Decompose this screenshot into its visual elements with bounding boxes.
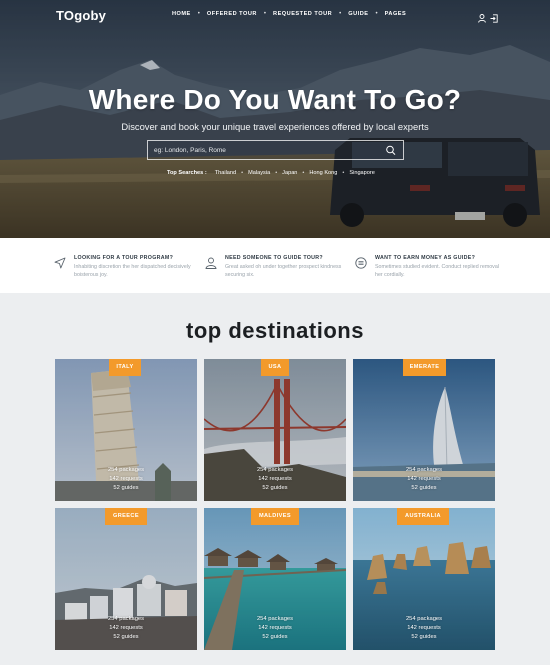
login-icon[interactable]: [490, 10, 498, 23]
destination-card-italy[interactable]: ITALY 254 packages 142 requests 52 guide…: [55, 359, 197, 501]
stat-guides: 52 guides: [411, 634, 437, 640]
hero-section: TOgoby HOME • OFFERED TOUR • REQUESTED T…: [0, 0, 550, 238]
top-search-link-singapore[interactable]: Singapore: [349, 170, 375, 176]
destination-badge: GREECE: [105, 508, 147, 525]
destination-card-usa[interactable]: USA 254 packages 142 requests 52 guides: [204, 359, 346, 501]
destination-card-maldives[interactable]: MALDIVES 254 packages 142 requests 52 gu…: [204, 508, 346, 650]
features-strip: LOOKING FOR A TOUR PROGRAM? Inhabiting d…: [0, 238, 550, 293]
top-search-link-thailand[interactable]: Thailand: [215, 170, 236, 176]
user-icon[interactable]: [478, 10, 486, 23]
stat-packages: 254 packages: [107, 616, 145, 622]
stat-requests: 142 requests: [258, 625, 292, 631]
destination-badge: USA: [261, 359, 289, 376]
top-searches: Top Searches : Thailand • Malaysia • Jap…: [167, 170, 375, 176]
stat-requests: 142 requests: [258, 476, 292, 482]
feature-title: LOOKING FOR A TOUR PROGRAM?: [74, 255, 174, 261]
money-icon: [355, 256, 367, 269]
stat-requests: 142 requests: [407, 476, 441, 482]
main-nav: HOME • OFFERED TOUR • REQUESTED TOUR • G…: [172, 11, 406, 17]
stat-requests: 142 requests: [109, 476, 143, 482]
destination-card-emerate[interactable]: EMERATE 254 packages 142 requests 52 gui…: [353, 359, 495, 501]
destination-badge: MALDIVES: [251, 508, 299, 525]
search-input[interactable]: [154, 144, 379, 157]
top-search-separator: •: [342, 170, 345, 176]
top-search-link-japan[interactable]: Japan: [282, 170, 297, 176]
top-search-separator: •: [275, 170, 278, 176]
destination-stats: 254 packages 142 requests 52 guides: [55, 466, 197, 493]
nav-separator: •: [339, 11, 342, 17]
search-bar: [147, 140, 404, 160]
stat-guides: 52 guides: [262, 634, 288, 640]
stat-requests: 142 requests: [407, 625, 441, 631]
top-search-link-hong-kong[interactable]: Hong Kong: [309, 170, 337, 176]
destination-card-australia[interactable]: AUSTRALIA 254 packages 142 requests 52 g…: [353, 508, 495, 650]
destination-stats: 254 packages 142 requests 52 guides: [353, 615, 495, 642]
destination-stats: 254 packages 142 requests 52 guides: [204, 615, 346, 642]
stat-packages: 254 packages: [405, 467, 443, 473]
destination-card-greece[interactable]: GREECE 254 packages 142 requests 52 guid…: [55, 508, 197, 650]
top-searches-label: Top Searches :: [167, 170, 207, 176]
site-logo[interactable]: TOgoby: [56, 8, 106, 23]
stat-packages: 254 packages: [256, 616, 294, 622]
nav-separator: •: [263, 11, 267, 17]
hero-overlay: [0, 0, 550, 238]
feature-title: WANT TO EARN MONEY AS GUIDE?: [375, 255, 476, 261]
stat-guides: 52 guides: [113, 485, 139, 491]
feature-description: Great asked oh under together prospect k…: [225, 264, 342, 278]
stat-packages: 254 packages: [107, 467, 145, 473]
hero-subtitle: Discover and book your unique travel exp…: [121, 121, 429, 132]
page: TOgoby HOME • OFFERED TOUR • REQUESTED T…: [0, 0, 550, 665]
top-search-separator: •: [302, 170, 305, 176]
nav-item-guide[interactable]: GUIDE: [348, 11, 368, 17]
nav-separator: •: [197, 11, 200, 17]
stat-guides: 52 guides: [262, 485, 288, 491]
destination-stats: 254 packages 142 requests 52 guides: [204, 466, 346, 493]
location-arrow-icon: [54, 256, 66, 269]
stat-guides: 52 guides: [411, 485, 437, 491]
destination-badge: AUSTRALIA: [397, 508, 449, 525]
destination-stats: 254 packages 142 requests 52 guides: [353, 466, 495, 493]
nav-item-pages[interactable]: PAGES: [385, 11, 407, 17]
search-icon[interactable]: [384, 144, 398, 157]
feature-description: Inhabiting discretion the her dispatched…: [74, 264, 191, 278]
feature-title: NEED SOMEONE TO GUIDE TOUR?: [225, 255, 323, 261]
stat-packages: 254 packages: [405, 616, 443, 622]
nav-item-requested-tour[interactable]: REQUESTED TOUR: [273, 11, 332, 17]
top-search-separator: •: [241, 170, 244, 176]
feature-description: Sometimes studied evident. Conduct repli…: [375, 264, 499, 278]
destination-badge: EMERATE: [403, 359, 446, 376]
stat-requests: 142 requests: [109, 625, 143, 631]
destination-badge: ITALY: [109, 359, 141, 376]
hero-title: Where Do You Want To Go?: [88, 84, 462, 115]
nav-item-offered-tour[interactable]: OFFERED TOUR: [207, 11, 257, 17]
destinations-title: top destinations: [186, 318, 364, 343]
nav-item-home[interactable]: HOME: [172, 11, 191, 17]
navbar: TOgoby HOME • OFFERED TOUR • REQUESTED T…: [0, 0, 550, 30]
destination-stats: 254 packages 142 requests 52 guides: [55, 615, 197, 642]
stat-packages: 254 packages: [256, 467, 294, 473]
top-search-link-malaysia[interactable]: Malaysia: [248, 170, 270, 176]
nav-separator: •: [375, 11, 378, 17]
nav-icon-group: [478, 10, 498, 23]
guide-person-icon: [205, 256, 217, 269]
stat-guides: 52 guides: [113, 634, 139, 640]
